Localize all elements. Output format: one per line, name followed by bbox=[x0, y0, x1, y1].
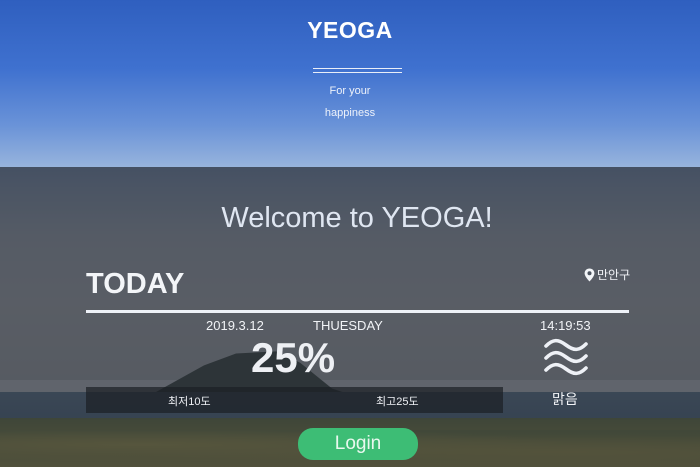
login-button[interactable]: Login bbox=[298, 428, 418, 460]
date-text: 2019.3.12 bbox=[206, 318, 264, 333]
weekday-text: THUESDAY bbox=[313, 318, 383, 333]
tagline-line-1: For your bbox=[329, 85, 371, 97]
max-temperature: 최고25도 bbox=[376, 396, 419, 408]
location-name: 만안구 bbox=[597, 268, 631, 282]
header-divider-top bbox=[313, 68, 402, 69]
humidity-percent: 25% bbox=[251, 334, 336, 381]
welcome-heading: Welcome to YEOGA! bbox=[221, 202, 493, 234]
brand-logo[interactable]: YEOGA bbox=[0, 17, 700, 44]
min-temperature: 최저10도 bbox=[168, 396, 211, 408]
weather-condition: 맑음 bbox=[552, 391, 578, 407]
temperature-range-bar bbox=[86, 387, 503, 413]
clock-text: 14:19:53 bbox=[540, 318, 591, 333]
header-divider-bottom bbox=[313, 72, 402, 73]
map-pin-icon bbox=[584, 268, 595, 282]
location: 만안구 bbox=[584, 266, 630, 283]
today-label: TODAY bbox=[86, 268, 185, 300]
wind-waves-icon bbox=[543, 338, 589, 376]
tagline-line-2: happiness bbox=[324, 107, 376, 119]
today-divider bbox=[86, 310, 629, 313]
